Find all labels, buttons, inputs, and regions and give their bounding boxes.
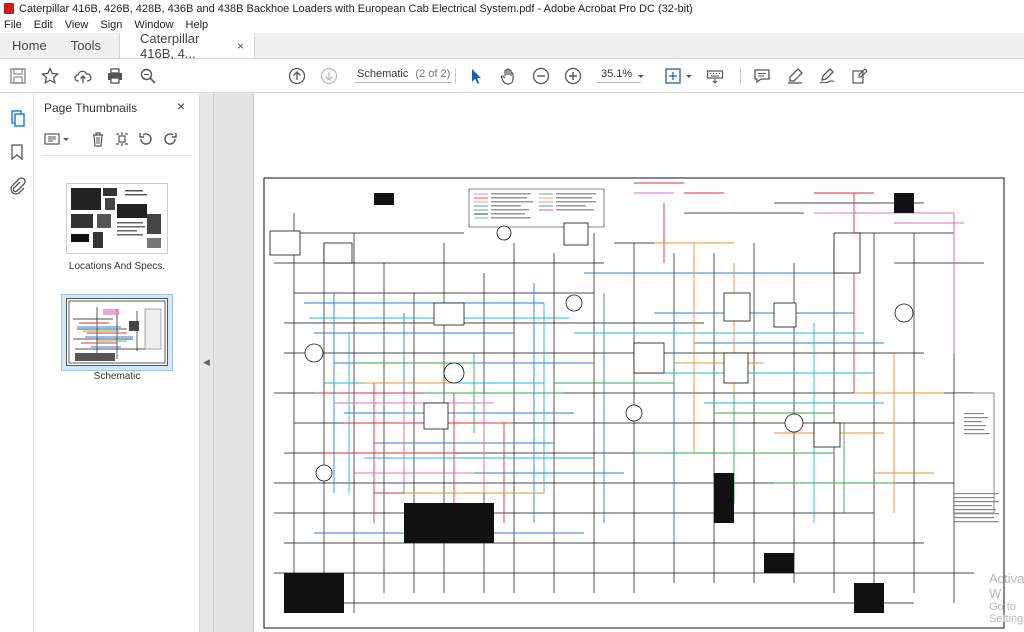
zoom-dropdown-icon[interactable] — [636, 67, 646, 85]
panel-divider — [42, 155, 192, 156]
page-count: (2 of 2) — [415, 68, 451, 80]
save-icon[interactable] — [9, 67, 27, 85]
acrobat-app-icon — [4, 3, 14, 14]
comment-icon[interactable] — [753, 67, 771, 85]
panel-toolbar — [34, 123, 200, 153]
rotate-counterclockwise-icon[interactable] — [138, 131, 154, 147]
panel-close-icon[interactable]: × — [177, 98, 185, 114]
title-bar: Caterpillar 416B, 426B, 428B, 436B and 4… — [0, 0, 1024, 17]
window-title: Caterpillar 416B, 426B, 428B, 436B and 4… — [19, 2, 693, 15]
pdf-page-schematic: Activate W Go to Settings — [254, 93, 1024, 632]
toolbar-divider — [740, 68, 741, 84]
zoom-level-value: 35.1% — [601, 68, 633, 80]
hand-pan-icon[interactable] — [499, 67, 517, 85]
panel-splitter[interactable]: ◀ — [200, 93, 214, 632]
thumbnail-page-2[interactable] — [66, 298, 168, 366]
page-label-value: Schematic — [357, 68, 409, 80]
page-fit-dropdown-icon[interactable] — [684, 67, 694, 85]
menu-help[interactable]: Help — [186, 19, 209, 31]
watermark-line-1: Activate W — [989, 571, 1024, 601]
tab-tools[interactable]: Tools — [59, 33, 113, 58]
tab-bar: Home Tools Caterpillar 416B, 4... × — [0, 30, 1024, 61]
schematic-drawing — [263, 177, 1005, 629]
insert-page-icon[interactable] — [114, 131, 130, 147]
menu-window[interactable]: Window — [134, 19, 173, 31]
previous-page-icon[interactable] — [288, 67, 306, 85]
tab-document-label: Caterpillar 416B, 4... — [140, 30, 200, 61]
main-toolbar: Schematic (2 of 2) 35.1% — [0, 59, 1024, 93]
print-icon[interactable] — [106, 67, 124, 85]
select-cursor-icon[interactable] — [467, 67, 485, 85]
collapse-panel-icon[interactable]: ◀ — [203, 357, 210, 368]
panel-title: Page Thumbnails — [44, 101, 138, 115]
highlight-pen-icon[interactable] — [786, 67, 804, 85]
menu-edit[interactable]: Edit — [34, 19, 53, 31]
watermark-line-2: Go to Settings — [989, 601, 1024, 625]
attachments-paperclip-icon[interactable] — [8, 177, 26, 195]
left-navigation-rail — [0, 93, 34, 632]
thumbnail-label-2: Schematic — [93, 371, 141, 382]
page-thumbnails-icon[interactable] — [8, 109, 26, 127]
bookmarks-icon[interactable] — [8, 143, 26, 161]
delete-page-icon[interactable] — [90, 131, 106, 147]
page-number-field[interactable]: Schematic (2 of 2) — [354, 68, 453, 83]
page-fit-icon[interactable] — [664, 67, 682, 85]
next-page-icon[interactable] — [320, 67, 338, 85]
draw-sign-icon[interactable] — [818, 67, 836, 85]
menu-sign[interactable]: Sign — [100, 19, 122, 31]
thumbnail-label-1: Locations And Specs. — [68, 261, 166, 272]
toolbar-divider — [455, 68, 456, 84]
thumbnail-page-1[interactable] — [66, 183, 168, 254]
keyboard-icon[interactable] — [706, 67, 724, 85]
zoom-level-field[interactable]: 35.1% — [597, 68, 641, 83]
tab-document[interactable]: Caterpillar 416B, 4... × — [119, 30, 256, 61]
cloud-upload-icon[interactable] — [74, 67, 92, 85]
zoom-in-icon[interactable] — [564, 67, 582, 85]
thumbnail-options-icon[interactable] — [44, 131, 70, 147]
tab-home[interactable]: Home — [0, 33, 59, 58]
tab-close-icon[interactable]: × — [237, 39, 244, 53]
document-view[interactable]: Activate W Go to Settings — [214, 93, 1024, 632]
page-thumbnails-panel: Page Thumbnails × Locations And Specs. S… — [34, 93, 200, 632]
rotate-clockwise-icon[interactable] — [162, 131, 178, 147]
zoom-search-icon[interactable] — [139, 67, 157, 85]
menu-file[interactable]: File — [4, 19, 22, 31]
fill-sign-icon[interactable] — [851, 67, 869, 85]
activate-windows-watermark: Activate W Go to Settings — [989, 571, 1024, 625]
menu-view[interactable]: View — [65, 19, 89, 31]
star-bookmark-icon[interactable] — [41, 67, 59, 85]
zoom-out-icon[interactable] — [532, 67, 550, 85]
